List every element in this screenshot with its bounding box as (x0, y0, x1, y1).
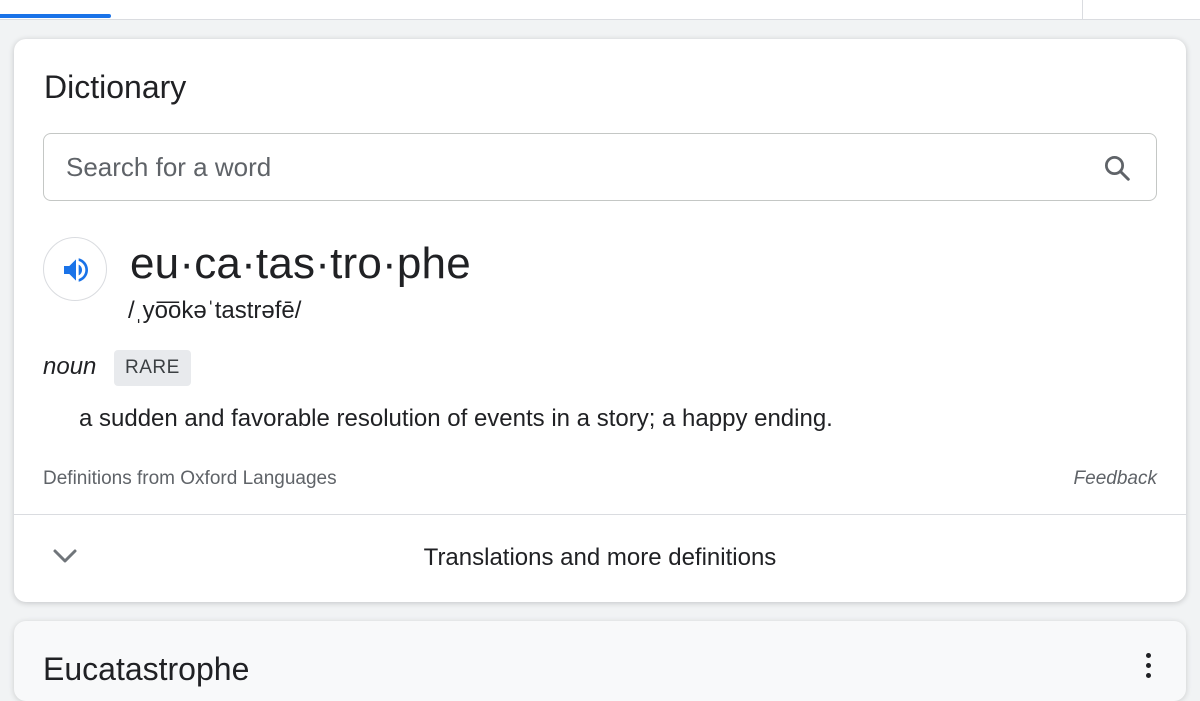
next-result-card[interactable]: Eucatastrophe (14, 621, 1186, 701)
pronunciation-button[interactable] (43, 237, 107, 301)
feedback-link[interactable]: Feedback (1074, 468, 1157, 490)
source-attribution[interactable]: Definitions from Oxford Languages (43, 468, 337, 490)
dictionary-card: Dictionary eu·ca·tas·tro·phe /ˌyo͞okəˈta… (14, 39, 1186, 602)
more-definitions-expander[interactable]: Translations and more definitions (14, 515, 1186, 602)
search-input[interactable] (66, 134, 1066, 200)
word-search-box[interactable] (43, 133, 1157, 201)
expander-label: Translations and more definitions (423, 544, 777, 571)
part-of-speech: noun (43, 353, 97, 380)
speaker-icon (64, 258, 88, 282)
usage-label-badge: RARE (114, 350, 191, 386)
phonetic-spelling: /ˌyo͞okəˈtastrəfē/ (128, 297, 302, 324)
more-vert-icon[interactable] (1138, 653, 1158, 683)
headword: eu·ca·tas·tro·phe (130, 239, 471, 288)
top-tab-bar (0, 0, 1200, 20)
next-result-title[interactable]: Eucatastrophe (43, 651, 249, 688)
search-icon[interactable] (1102, 153, 1132, 183)
tab-divider (1082, 0, 1083, 19)
definition-text: a sudden and favorable resolution of eve… (79, 405, 833, 432)
active-tab-indicator (0, 14, 111, 18)
card-title: Dictionary (44, 69, 187, 105)
